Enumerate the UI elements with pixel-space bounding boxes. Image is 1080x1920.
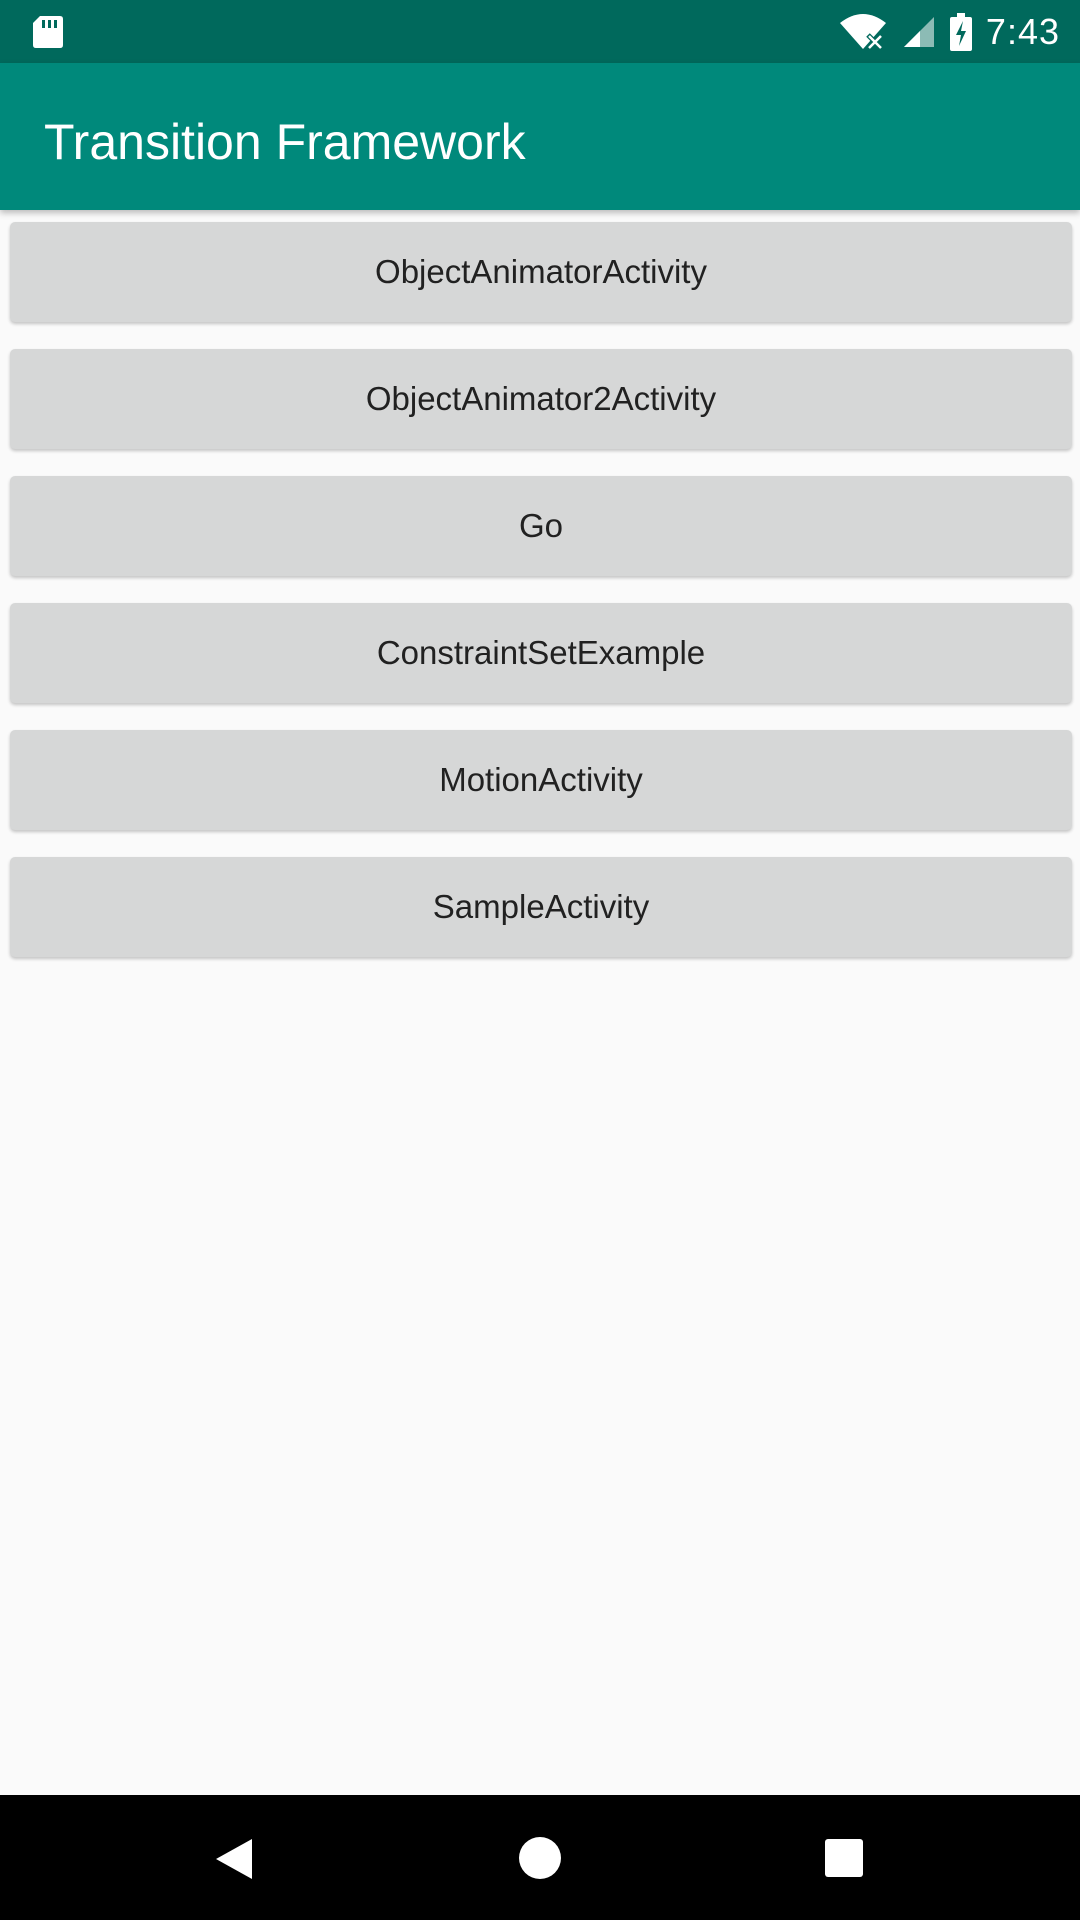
motion-activity-button[interactable]: MotionActivity [10,730,1072,830]
button-list: ObjectAnimatorActivity ObjectAnimator2Ac… [0,210,1080,1795]
sd-card-icon [33,16,63,48]
battery-charging-icon [949,12,972,51]
status-right: 7:43 [838,0,1060,63]
signal-icon [903,16,934,47]
app-title: Transition Framework [44,114,526,170]
navigation-bar [0,1795,1080,1920]
object-animator2-activity-button[interactable]: ObjectAnimator2Activity [10,349,1072,449]
sample-activity-button[interactable]: SampleActivity [10,857,1072,957]
constraint-set-example-button[interactable]: ConstraintSetExample [10,603,1072,703]
screen: 7:43 Transition Framework ObjectAnimator… [0,0,1080,1920]
object-animator-activity-button[interactable]: ObjectAnimatorActivity [10,222,1072,322]
app-bar: Transition Framework [0,63,1080,210]
status-time: 7:43 [985,10,1060,52]
home-icon[interactable] [518,1836,562,1880]
go-button[interactable]: Go [10,476,1072,576]
status-bar: 7:43 [0,0,1080,63]
back-icon[interactable] [214,1837,254,1881]
recents-icon[interactable] [824,1838,864,1878]
wifi-icon [839,13,886,51]
